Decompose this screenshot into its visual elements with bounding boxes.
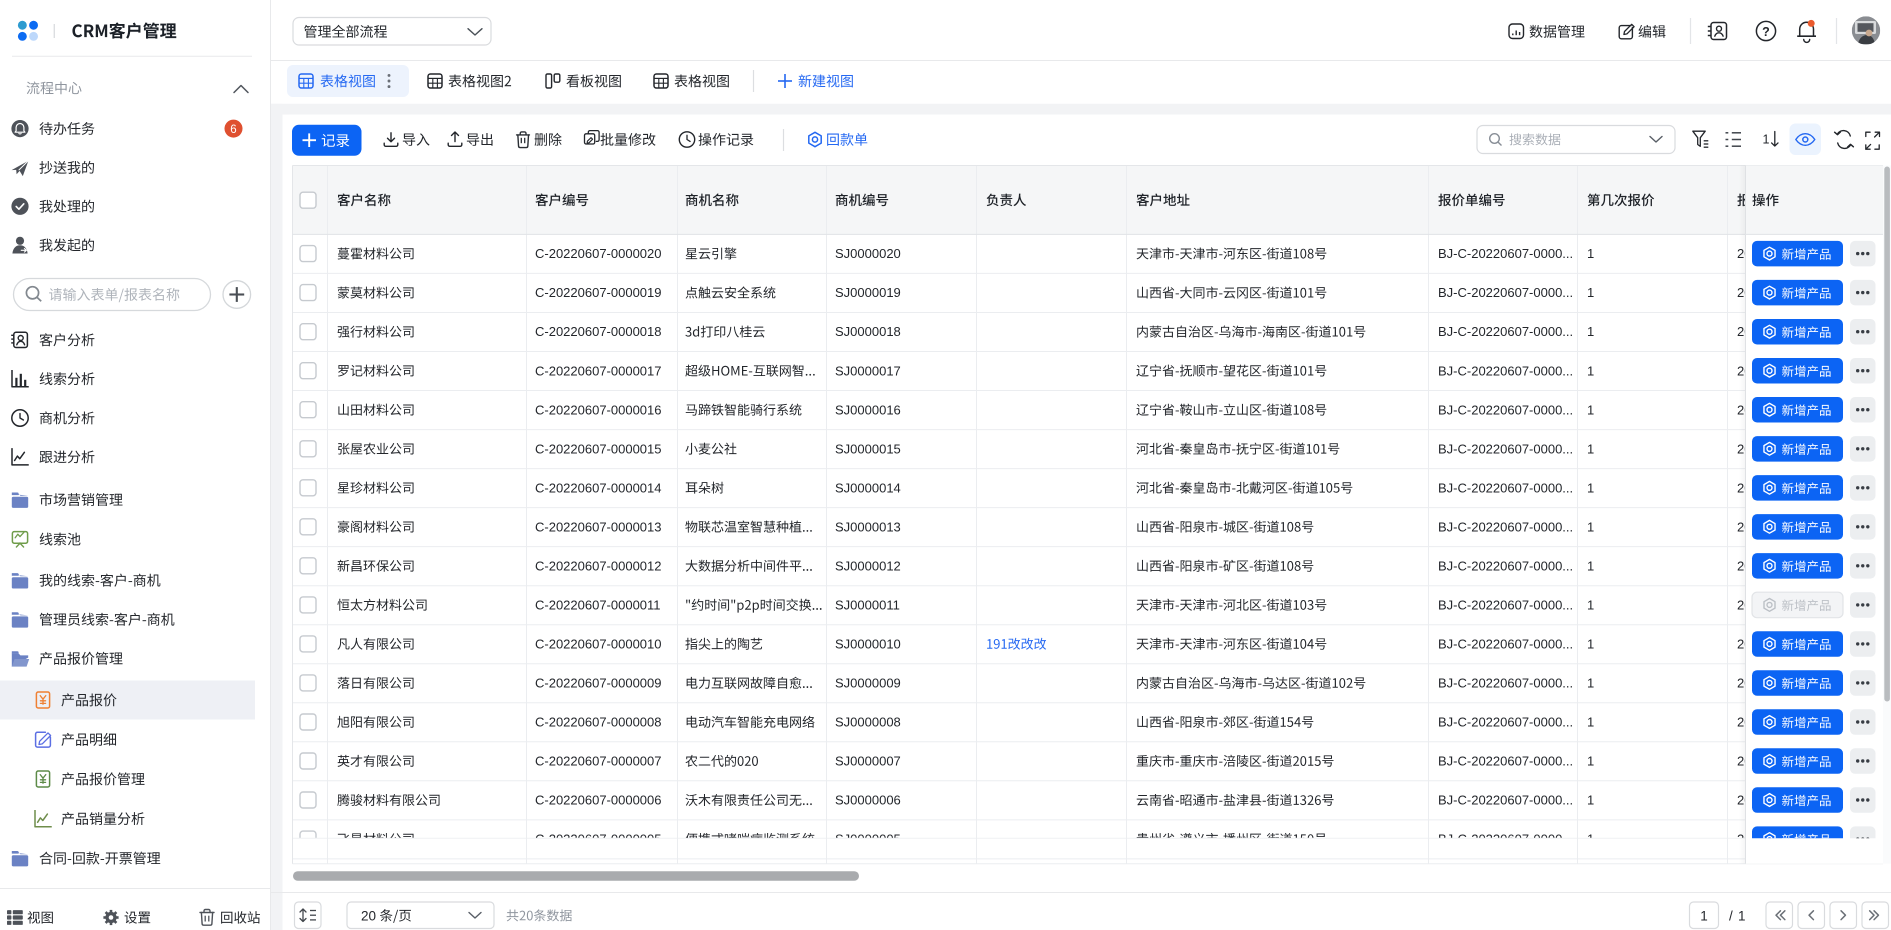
svg-text:C-20220607-0000007: C-20220607-0000007 [535, 754, 662, 769]
svg-text:/: / [1729, 908, 1733, 923]
svg-text:BJ-C-20220607-0000...: BJ-C-20220607-0000... [1438, 402, 1573, 417]
svg-text:C-20220607-0000018: C-20220607-0000018 [535, 324, 662, 339]
svg-text:SJ0000007: SJ0000007 [835, 754, 901, 769]
svg-text:C-20220607-0000011: C-20220607-0000011 [535, 597, 661, 612]
svg-text:BJ-C-20220607-0000...: BJ-C-20220607-0000... [1438, 558, 1573, 573]
svg-text:SJ0000012: SJ0000012 [835, 558, 901, 573]
svg-text:C-20220607-0000017: C-20220607-0000017 [535, 363, 662, 378]
svg-text:1: 1 [1587, 754, 1594, 769]
svg-text:1: 1 [1587, 676, 1594, 691]
svg-text:BJ-C-20220607-0000...: BJ-C-20220607-0000... [1438, 754, 1573, 769]
svg-text:SJ0000020: SJ0000020 [835, 246, 901, 261]
svg-text:SJ0000009: SJ0000009 [835, 676, 901, 691]
svg-text:1: 1 [1587, 793, 1594, 808]
svg-text:20: 20 [361, 908, 376, 923]
svg-text:C-20220607-0000020: C-20220607-0000020 [535, 246, 662, 261]
svg-text:C-20220607-0000014: C-20220607-0000014 [535, 480, 662, 495]
svg-text:BJ-C-20220607-0000...: BJ-C-20220607-0000... [1438, 285, 1573, 300]
svg-text:1: 1 [1587, 363, 1594, 378]
svg-text:C-20220607-0000010: C-20220607-0000010 [535, 637, 662, 652]
svg-text:SJ0000006: SJ0000006 [835, 793, 901, 808]
svg-text:1: 1 [1587, 715, 1594, 730]
svg-text:1: 1 [1587, 441, 1594, 456]
svg-text:1: 1 [1587, 558, 1594, 573]
svg-text:BJ-C-20220607-0000...: BJ-C-20220607-0000... [1438, 637, 1573, 652]
svg-text:C-20220607-0000012: C-20220607-0000012 [535, 558, 662, 573]
svg-text:1: 1 [1700, 908, 1708, 923]
svg-text:BJ-C-20220607-0000...: BJ-C-20220607-0000... [1438, 324, 1573, 339]
svg-text:C-20220607-0000016: C-20220607-0000016 [535, 402, 662, 417]
svg-text:BJ-C-20220607-0000...: BJ-C-20220607-0000... [1438, 793, 1573, 808]
svg-text:BJ-C-20220607-0000...: BJ-C-20220607-0000... [1438, 676, 1573, 691]
svg-text:C-20220607-0000013: C-20220607-0000013 [535, 519, 662, 534]
svg-text:BJ-C-20220607-0000...: BJ-C-20220607-0000... [1438, 519, 1573, 534]
svg-text:1: 1 [1587, 637, 1594, 652]
svg-text:C-20220607-0000006: C-20220607-0000006 [535, 793, 662, 808]
svg-text:BJ-C-20220607-0000...: BJ-C-20220607-0000... [1438, 597, 1573, 612]
svg-text:1: 1 [1587, 285, 1594, 300]
svg-text:1: 1 [1587, 519, 1594, 534]
svg-text:SJ0000019: SJ0000019 [835, 285, 901, 300]
svg-text:SJ0000017: SJ0000017 [835, 363, 901, 378]
svg-text:1: 1 [1587, 480, 1594, 495]
svg-text:BJ-C-20220607-0000...: BJ-C-20220607-0000... [1438, 441, 1573, 456]
svg-text:BJ-C-20220607-0000...: BJ-C-20220607-0000... [1438, 715, 1573, 730]
svg-text:1: 1 [1587, 597, 1594, 612]
svg-text:SJ0000014: SJ0000014 [835, 480, 901, 495]
svg-text:1: 1 [1587, 324, 1594, 339]
svg-text:1: 1 [1738, 908, 1746, 923]
svg-text:SJ0000015: SJ0000015 [835, 441, 901, 456]
svg-text:BJ-C-20220607-0000...: BJ-C-20220607-0000... [1438, 480, 1573, 495]
svg-text:C-20220607-0000019: C-20220607-0000019 [535, 285, 662, 300]
svg-text:SJ0000013: SJ0000013 [835, 519, 901, 534]
svg-text:SJ0000018: SJ0000018 [835, 324, 901, 339]
svg-text:C-20220607-0000015: C-20220607-0000015 [535, 441, 662, 456]
svg-text:C-20220607-0000008: C-20220607-0000008 [535, 715, 662, 730]
svg-text:1: 1 [1587, 402, 1594, 417]
svg-text:SJ0000008: SJ0000008 [835, 715, 901, 730]
svg-text:?: ? [1762, 25, 1770, 39]
svg-text:SJ0000011: SJ0000011 [835, 597, 900, 612]
svg-text:C-20220607-0000009: C-20220607-0000009 [535, 676, 662, 691]
svg-text:BJ-C-20220607-0000...: BJ-C-20220607-0000... [1438, 246, 1573, 261]
svg-text:BJ-C-20220607-0000...: BJ-C-20220607-0000... [1438, 363, 1573, 378]
svg-text:SJ0000016: SJ0000016 [835, 402, 901, 417]
svg-text:1: 1 [1587, 246, 1594, 261]
svg-text:6: 6 [230, 124, 236, 136]
svg-text:SJ0000010: SJ0000010 [835, 637, 901, 652]
svg-text:1: 1 [1763, 132, 1770, 146]
